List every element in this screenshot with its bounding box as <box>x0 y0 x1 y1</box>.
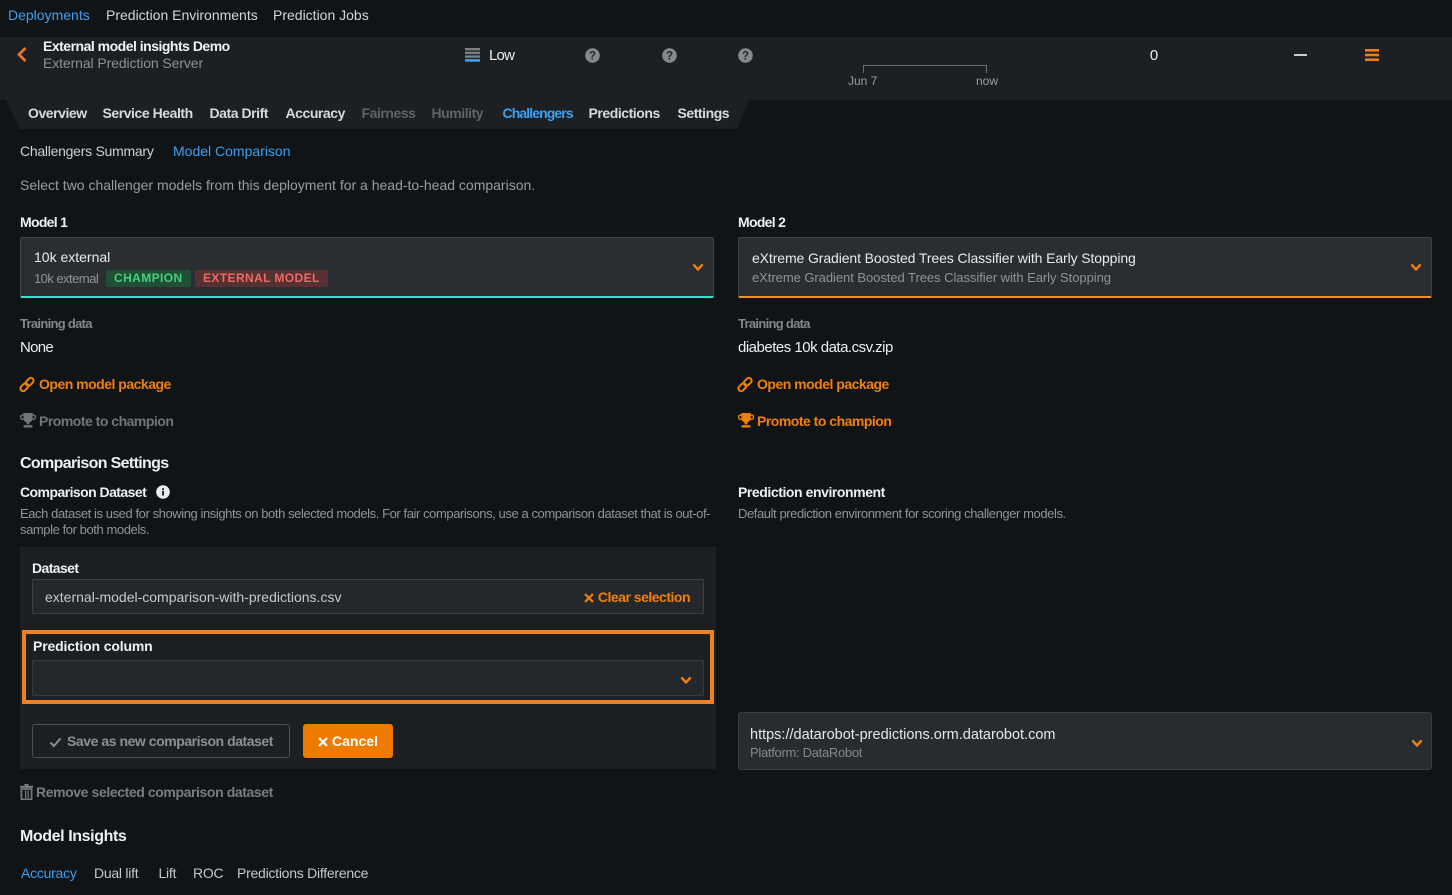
svg-text:?: ? <box>742 51 749 63</box>
svg-text:?: ? <box>666 51 673 63</box>
svg-text:?: ? <box>589 51 596 63</box>
